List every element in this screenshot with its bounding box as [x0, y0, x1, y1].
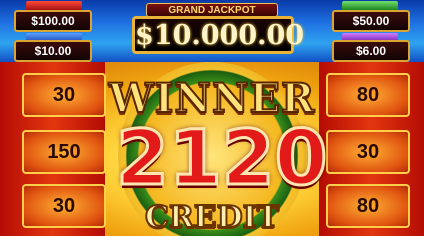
jackpot-value-left-top: $100.00 [31, 14, 75, 28]
reel-symbol-right-2: 30 [326, 130, 410, 174]
bottom-border [0, 236, 424, 241]
jackpot-value-right-bottom: $6.00 [355, 44, 387, 58]
jackpot-box-right-bottom: $6.00 [332, 40, 410, 62]
jackpot-box-left-top: $100.00 [14, 10, 92, 32]
reel-symbol-left-1: 30 [22, 73, 106, 117]
slot-game-screen: $100.00 $10.00 $50.00 $6.00 GRAND JACKPO… [0, 0, 424, 241]
reel-symbol-right-1: 80 [326, 73, 410, 117]
grand-jackpot-label: GRAND JACKPOT [146, 3, 278, 17]
jackpot-value-right-top: $50.00 [352, 14, 390, 28]
grand-jackpot-value: $10.000.00 [132, 16, 304, 54]
jackpot-value-left-bottom: $10.00 [34, 44, 72, 58]
reel-symbol-left-2: 150 [22, 130, 106, 174]
reel-symbol-right-3: 80 [326, 184, 410, 228]
reel-symbol-left-3: 30 [22, 184, 106, 228]
jackpot-box-right-top: $50.00 [332, 10, 410, 32]
win-amount: 2120 [115, 112, 330, 203]
jackpot-box-left-bottom: $10.00 [14, 40, 92, 62]
win-unit-label: CREDIT [144, 199, 280, 236]
